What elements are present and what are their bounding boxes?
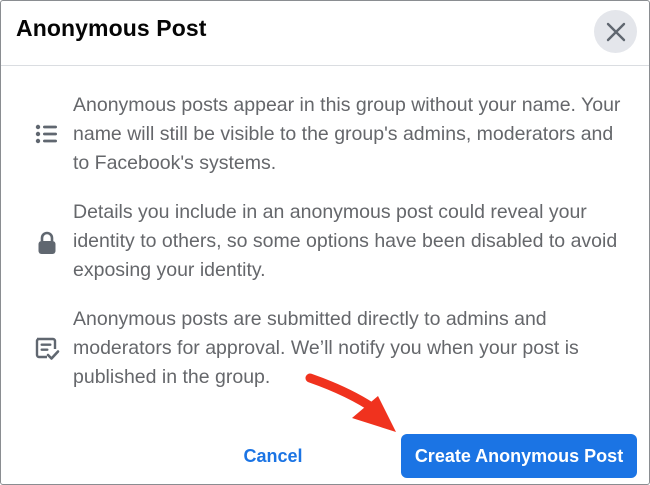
- dialog-title: Anonymous Post: [16, 15, 207, 41]
- anonymous-post-dialog: Anonymous Post Anonymous posts appear in…: [0, 0, 650, 485]
- lock-icon: [34, 230, 60, 256]
- list-icon: [34, 121, 60, 147]
- info-row-text: Anonymous posts are submitted directly t…: [73, 308, 579, 388]
- cancel-button[interactable]: Cancel: [229, 437, 317, 475]
- info-row-text: Anonymous posts appear in this group wit…: [73, 94, 621, 174]
- approval-icon: [34, 336, 60, 362]
- close-icon: [606, 22, 625, 41]
- dialog-header: Anonymous Post: [1, 1, 649, 66]
- create-anonymous-post-button[interactable]: Create Anonymous Post: [401, 434, 637, 478]
- close-button[interactable]: [594, 10, 637, 53]
- info-row-text: Details you include in an anonymous post…: [73, 201, 618, 281]
